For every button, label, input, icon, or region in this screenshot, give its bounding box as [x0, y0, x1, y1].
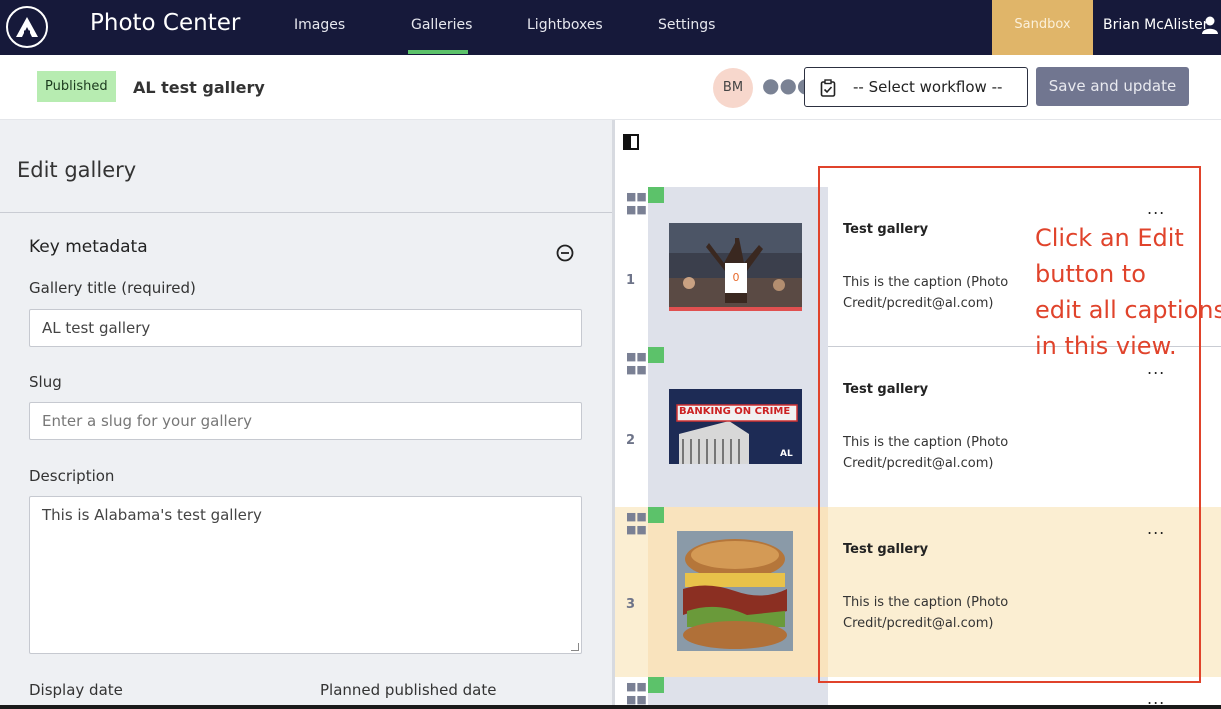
thumbnail-headline: BANKING ON CRIME [679, 406, 791, 417]
window-bottom-edge [0, 705, 1221, 709]
description-label: Description [29, 467, 115, 485]
gallery-header: Published AL test gallery BM ●●● -- Sele… [0, 55, 1221, 120]
gallery-title-input[interactable]: AL test gallery [29, 309, 582, 347]
status-indicator [648, 347, 664, 363]
collapse-section-icon[interactable] [556, 244, 574, 266]
drag-handle-icon[interactable]: ■■ ■■ [626, 350, 647, 376]
user-name[interactable]: Brian McAlister [1103, 17, 1208, 33]
gallery-title-label: Gallery title (required) [29, 279, 196, 297]
drag-handle-icon[interactable]: ■■ ■■ [626, 510, 647, 536]
slug-label: Slug [29, 373, 62, 391]
nav-settings[interactable]: Settings [658, 17, 715, 33]
avatar[interactable]: BM [713, 68, 753, 108]
edit-gallery-panel: Edit gallery Key metadata Gallery title … [0, 120, 612, 709]
item-number: 3 [626, 597, 636, 612]
workflow-icon [820, 79, 836, 101]
sidebar-toggle-icon[interactable] [623, 134, 639, 150]
save-and-update-button[interactable]: Save and update [1036, 67, 1189, 106]
slug-input[interactable]: Enter a slug for your gallery [29, 402, 582, 440]
planned-date-label: Planned published date [320, 681, 497, 699]
resize-handle[interactable] [571, 643, 579, 651]
user-icon[interactable] [1202, 16, 1218, 38]
nav-galleries[interactable]: Galleries [411, 17, 472, 33]
status-badge: Published [37, 71, 116, 102]
description-textarea[interactable]: This is Alabama's test gallery [29, 496, 582, 654]
section-title: Key metadata [29, 237, 148, 257]
drag-handle-icon[interactable]: ■■ ■■ [626, 190, 647, 216]
status-indicator [648, 677, 664, 693]
status-indicator [648, 187, 664, 203]
nav-images[interactable]: Images [294, 17, 345, 33]
panel-divider [0, 212, 612, 213]
app-title: Photo Center [90, 10, 241, 36]
active-nav-indicator [408, 50, 468, 54]
environment-badge: Sandbox [992, 0, 1093, 55]
panel-title: Edit gallery [17, 158, 137, 182]
drag-handle-icon[interactable]: ■■ ■■ [626, 680, 647, 706]
thumbnail-logo: AL [780, 449, 793, 459]
display-date-label: Display date [29, 681, 123, 699]
thumbnail-image[interactable]: 0 [669, 223, 802, 311]
item-number: 1 [626, 273, 636, 288]
app-logo-icon[interactable] [6, 6, 48, 48]
workflow-select[interactable]: -- Select workflow -- [804, 67, 1028, 107]
nav-lightboxes[interactable]: Lightboxes [527, 17, 603, 33]
top-nav: Photo Center Images Galleries Lightboxes… [0, 0, 1221, 55]
status-indicator [648, 507, 664, 523]
workflow-select-label: -- Select workflow -- [853, 78, 1003, 96]
thumbnail-image[interactable] [677, 531, 793, 651]
gallery-name: AL test gallery [133, 78, 265, 97]
description-value: This is Alabama's test gallery [42, 506, 262, 524]
thumbnail-image[interactable]: BANKING ON CRIME AL [669, 389, 802, 464]
annotation-text: Click an Edit button to edit all caption… [1035, 224, 1221, 360]
item-number: 2 [626, 433, 636, 448]
svg-text:0: 0 [733, 271, 740, 284]
